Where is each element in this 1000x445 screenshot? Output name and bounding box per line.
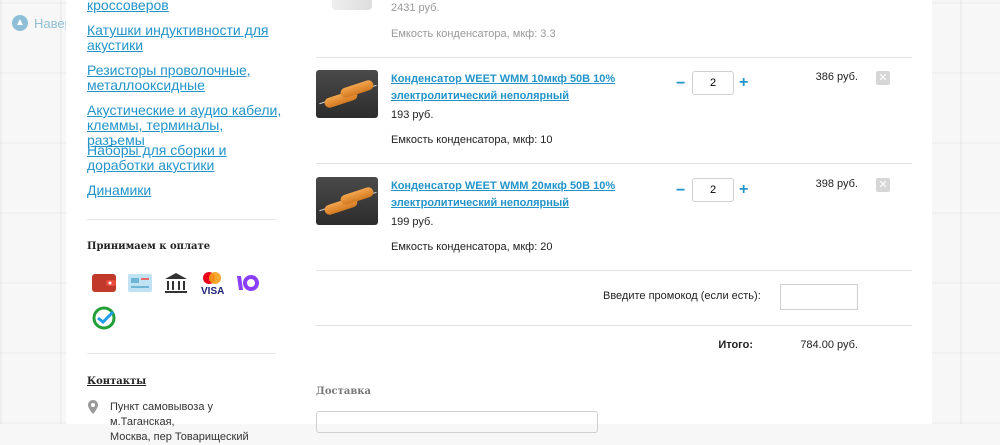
product-thumbnail[interactable] [316, 70, 378, 118]
product-name-link[interactable]: Конденсатор WEET WMM 20мкф 50В 10% элект… [391, 178, 666, 212]
chevron-up-icon: ▲ [12, 15, 28, 31]
category-link-kits[interactable]: Наборы для сборки и доработки акустики [87, 143, 282, 173]
product-thumbnail[interactable] [316, 177, 378, 225]
sberbank-icon [90, 306, 118, 330]
unit-price: 2431 руб. [391, 2, 440, 14]
thumbnail-partial [332, 0, 372, 10]
category-link-resistors[interactable]: Резисторы проволочные, металлооксидные [87, 63, 282, 93]
pickup-line: Пункт самовывоза у м.Таганская, [110, 401, 213, 428]
unit-price: 199 руб. [391, 216, 434, 228]
row-divider [316, 57, 912, 58]
bank-icon [162, 271, 190, 295]
sidebar-divider [87, 353, 276, 354]
yoomoney-icon [234, 271, 262, 295]
unit-price: 193 руб. [391, 109, 434, 121]
quantity-input[interactable] [692, 71, 734, 95]
pickup-line: Москва, пер Товарищеский [110, 431, 249, 443]
total-label: Итого: [718, 339, 753, 351]
pickup-address: Пункт самовывоза у м.Таганская, Москва, … [88, 400, 276, 445]
row-divider [316, 163, 912, 164]
line-total: 398 руб. [815, 178, 858, 190]
quantity-increase-button[interactable]: + [739, 182, 748, 198]
promo-label: Введите промокод (если есть): [603, 290, 761, 302]
page-content: кроссоверов Катушки индуктивности для ак… [66, 0, 932, 443]
quantity-increase-button[interactable]: + [739, 75, 748, 91]
category-link-inductors[interactable]: Катушки индуктивности для акустики [87, 23, 282, 53]
quantity-decrease-button[interactable]: − [676, 183, 685, 199]
remove-item-button[interactable]: ✕ [876, 71, 890, 85]
product-property: Емкость конденсатора, мкф: 20 [391, 241, 553, 253]
category-link-crossovers[interactable]: кроссоверов [87, 0, 282, 13]
product-property: Емкость конденсатора, мкф: 3.3 [391, 28, 556, 40]
sidebar-divider [87, 219, 276, 220]
delivery-heading: Доставка [316, 386, 371, 397]
payment-heading: Принимаем к оплате [87, 241, 211, 252]
product-name-link[interactable]: Конденсатор WEET WMM 10мкф 50В 10% элект… [391, 71, 666, 105]
map-pin-icon [88, 400, 98, 445]
quantity-input[interactable] [692, 178, 734, 202]
row-divider [316, 270, 912, 271]
promo-code-input[interactable] [780, 284, 858, 310]
line-total: 386 руб. [815, 71, 858, 83]
contacts-heading[interactable]: Контакты [87, 376, 146, 387]
delivery-select[interactable] [316, 411, 598, 433]
total-value: 784.00 руб. [800, 339, 858, 351]
svg-text:VISA: VISA [201, 286, 224, 296]
row-divider [316, 325, 912, 326]
quantity-decrease-button[interactable]: − [676, 76, 685, 92]
category-link-drivers[interactable]: Динамики [87, 183, 282, 198]
remove-item-button[interactable]: ✕ [876, 178, 890, 192]
card-icon [126, 271, 154, 295]
wallet-icon [90, 271, 118, 295]
mastercard-visa-icon: VISA [198, 271, 226, 296]
product-property: Емкость конденсатора, мкф: 10 [391, 134, 553, 146]
